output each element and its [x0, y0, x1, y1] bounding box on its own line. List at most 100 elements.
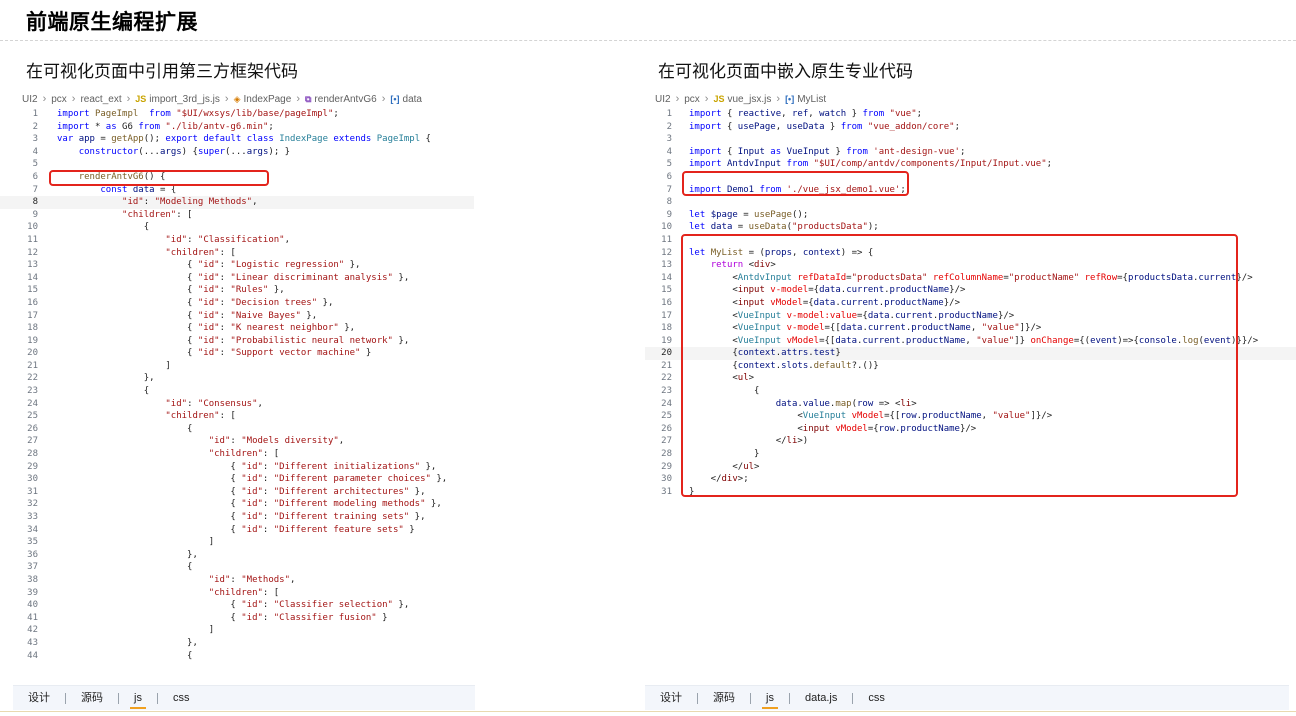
breadcrumb-item[interactable]: pcx [684, 94, 700, 105]
line-number: 15 [661, 285, 672, 296]
left-highlight-box [49, 170, 269, 186]
code-token: : [219, 335, 231, 346]
line-number: 13 [27, 260, 38, 271]
breadcrumb-item[interactable]: UI2 [655, 94, 671, 105]
breadcrumb-item[interactable]: JS import_3rd_js.js [135, 94, 220, 105]
line-number: 18 [661, 323, 672, 334]
code-line[interactable]: 39 "children": [ [0, 587, 640, 600]
code-line[interactable]: 28 "children": [ [0, 448, 640, 461]
breadcrumb-item[interactable]: ◈ IndexPage [234, 94, 292, 105]
js-icon: JS [713, 94, 725, 104]
code-text: { "id": "Linear discriminant analysis" }… [57, 272, 409, 285]
code-line[interactable]: 2 import * as G6 from "./lib/antv-g6.min"… [0, 121, 640, 134]
left-code-editor[interactable]: 1 import PageImpl from "$UI/wxsys/lib/bas… [0, 108, 640, 662]
code-line[interactable]: 1 import { reactive, ref, watch } from "v… [645, 108, 1296, 121]
code-token: { [57, 600, 242, 611]
breadcrumb-separator-icon: › [296, 93, 300, 105]
code-line[interactable]: 17 { "id": "Naive Bayes" }, [0, 310, 640, 323]
tab-js[interactable]: js [751, 686, 789, 710]
line-number: 43 [27, 637, 38, 648]
code-line[interactable]: 43 }, [0, 637, 640, 650]
code-token: let [689, 209, 711, 220]
code-line[interactable]: 24 "id": "Consensus", [0, 398, 640, 411]
code-line[interactable]: 3 [645, 133, 1296, 146]
code-token: }, [57, 549, 198, 560]
code-line[interactable]: 18 { "id": "K nearest neighbor" }, [0, 322, 640, 335]
tab-[interactable]: 设计 [645, 686, 697, 710]
code-line[interactable]: 14 { "id": "Linear discriminant analysis… [0, 272, 640, 285]
code-line[interactable]: 9 let $page = usePage(); [645, 209, 1296, 222]
breadcrumb-item[interactable]: [•] MyList [785, 94, 826, 105]
code-line[interactable]: 42 ] [0, 624, 640, 637]
code-token: "id" [241, 524, 263, 535]
code-line[interactable]: 5 import AntdvInput from "$UI/comp/antdv/… [645, 158, 1296, 171]
code-line[interactable]: 32 { "id": "Different modeling methods" … [0, 498, 640, 511]
tab-datajs[interactable]: data.js [790, 686, 852, 710]
code-line[interactable]: 10 { [0, 221, 640, 234]
code-line[interactable]: 31 { "id": "Different architectures" }, [0, 486, 640, 499]
code-line[interactable]: 8 [645, 196, 1296, 209]
breadcrumb-separator-icon: › [42, 93, 47, 105]
breadcrumb-item[interactable]: react_ext [80, 94, 121, 105]
code-line[interactable]: 19 { "id": "Probabilistic neural network… [0, 335, 640, 348]
code-line[interactable]: 12 "children": [ [0, 247, 640, 260]
code-token: : [262, 474, 274, 485]
tab-css[interactable]: css [158, 686, 205, 710]
tab-css[interactable]: css [853, 686, 900, 710]
code-text: "children": [ [57, 587, 279, 600]
code-line[interactable]: 3 var app = getApp(); export default clas… [0, 133, 640, 146]
tab-[interactable]: 源码 [66, 686, 118, 710]
code-line[interactable]: 4 import { Input as VueInput } from 'ant-… [645, 146, 1296, 159]
code-token: "id" [197, 348, 220, 359]
code-line[interactable]: 2 import { usePage, useData } from "vue_a… [645, 121, 1296, 134]
code-line[interactable]: 33 { "id": "Different training sets" }, [0, 511, 640, 524]
code-line[interactable]: 23 { [0, 385, 640, 398]
code-token: (... [138, 146, 160, 157]
code-token: "K nearest neighbor" [230, 323, 339, 334]
code-line[interactable]: 27 "id": "Models diversity", [0, 435, 640, 448]
code-line[interactable]: 11 "id": "Classification", [0, 234, 640, 247]
code-line[interactable]: 36 }, [0, 549, 640, 562]
code-line[interactable]: 22 }, [0, 372, 640, 385]
code-token: "Different feature sets" [273, 524, 404, 535]
breadcrumb-separator-icon: › [126, 93, 131, 105]
code-line[interactable]: 21 ] [0, 360, 640, 373]
code-line[interactable]: 20 { "id": "Support vector machine" } [0, 347, 640, 360]
breadcrumb-item[interactable]: JS vue_jsx.js [713, 94, 771, 105]
code-line[interactable]: 30 { "id": "Different parameter choices"… [0, 473, 640, 486]
code-line[interactable]: 1 import PageImpl from "$UI/wxsys/lib/bas… [0, 108, 640, 121]
code-line[interactable]: 40 { "id": "Classifier selection" }, [0, 599, 640, 612]
tab-[interactable]: 源码 [698, 686, 750, 710]
code-line[interactable]: 10 let data = useData("productsData"); [645, 221, 1296, 234]
code-token: "$UI/comp/antdv/components/Input/Input.v… [813, 159, 1047, 170]
code-line[interactable]: 34 { "id": "Different feature sets" } [0, 524, 640, 537]
breadcrumb-item[interactable]: UI2 [22, 94, 38, 105]
line-number: 31 [661, 486, 672, 497]
code-line[interactable]: 8 "id": "Modeling Methods", [0, 196, 474, 209]
code-line[interactable]: 13 { "id": "Logistic regression" }, [0, 259, 640, 272]
code-token: ref [791, 109, 809, 119]
code-text: { "id": "K nearest neighbor" }, [57, 322, 355, 335]
code-line[interactable]: 4 constructor(...args) {super(...args); … [0, 146, 640, 159]
code-line[interactable]: 29 { "id": "Different initializations" }… [0, 461, 640, 474]
code-line[interactable]: 35 ] [0, 536, 640, 549]
tab-js[interactable]: js [119, 686, 157, 710]
code-line[interactable]: 38 "id": "Methods", [0, 574, 640, 587]
breadcrumb-item[interactable]: ⧉ renderAntvG6 [305, 94, 377, 105]
code-line[interactable]: 26 { [0, 423, 640, 436]
code-line[interactable]: 25 "children": [ [0, 410, 640, 423]
breadcrumb-item[interactable]: pcx [51, 94, 67, 105]
code-line[interactable]: 41 { "id": "Classifier fusion" } [0, 612, 640, 625]
code-line[interactable]: 9 "children": [ [0, 209, 640, 222]
code-token: "id" [241, 486, 263, 497]
code-line[interactable]: 15 { "id": "Rules" }, [0, 284, 640, 297]
line-number: 30 [661, 474, 672, 485]
code-token: "vue" [889, 109, 917, 119]
tab-[interactable]: 设计 [13, 686, 65, 710]
code-line[interactable]: 44 { [0, 650, 640, 663]
breadcrumb-item[interactable]: [•] data [390, 94, 422, 105]
code-line[interactable]: 16 { "id": "Decision trees" }, [0, 297, 640, 310]
code-line[interactable]: 37 { [0, 561, 640, 574]
